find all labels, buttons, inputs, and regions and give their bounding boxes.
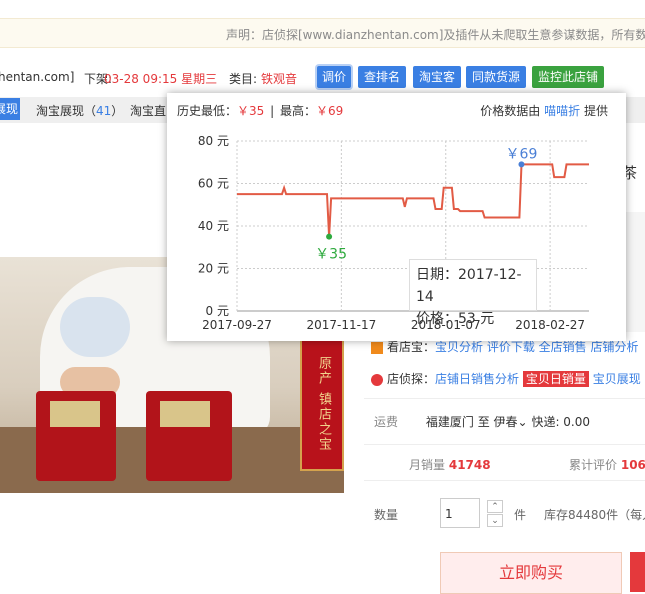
chevron-down-icon: ⌄ (517, 415, 528, 429)
seller-tool-links[interactable]: 宝贝分析 评价下载 全店销售 店铺分析 (435, 340, 638, 354)
item-exposure-link[interactable]: 宝贝展现 (593, 372, 641, 386)
shop-url[interactable]: hentan.com] (0, 70, 74, 84)
disclaimer-bar: 声明：店侦探[www.dianzhentan.com]及插件从未爬取生意参谋数据… (0, 18, 645, 48)
price-history-popup: 历史最低：￥35 | 最高：￥69 价格数据由 喵喵折 提供 0 元 20 元 40… (167, 93, 626, 341)
delist-time: 03-28 09:15 星期三 (104, 72, 218, 86)
price-chart: 0 元20 元40 元60 元80 元2017-09-27 2017-11-17 2… (198, 134, 589, 332)
chart-tooltip: 日期：2017-12-14 价格：53 元 (409, 259, 537, 327)
shop-daily-sales-link[interactable]: 店铺日销售分析 (435, 372, 519, 386)
quantity-label: 数量 (374, 508, 399, 522)
quantity-decrease[interactable]: ⌄ (487, 514, 503, 527)
destination-select[interactable]: 伊春⌄ (494, 415, 528, 429)
quantity-increase[interactable]: ⌃ (487, 500, 503, 513)
monitor-shop-button[interactable]: 监控此店铺 (532, 66, 604, 88)
tea-tin-left (36, 391, 116, 481)
tea-tin-right (146, 391, 232, 481)
add-to-cart-button[interactable] (630, 552, 645, 592)
total-reviews[interactable]: 累计评价 106 (569, 456, 645, 473)
rank-button[interactable]: 查排名 (358, 66, 406, 88)
quantity-input[interactable]: 1 (440, 498, 480, 528)
quantity-unit: 件 (514, 508, 527, 522)
y-tick-label: 60 元 (198, 177, 229, 191)
y-tick-label: 0 元 (206, 304, 229, 318)
tooltip-price: 53 元 (458, 311, 495, 327)
seller-icon (371, 341, 383, 354)
disclaimer-text: 声明：店侦探[www.dianzhentan.com]及插件从未爬取生意参谋数据… (226, 28, 645, 42)
detective-icon (371, 373, 383, 386)
detective-tools-row: 店侦探：店铺日销售分析 宝贝日销量 宝贝展现 (371, 370, 641, 387)
price-label: ￥69 (506, 146, 538, 162)
y-tick-label: 40 元 (198, 219, 229, 233)
item-daily-sales-link[interactable]: 宝贝日销量 (522, 371, 589, 387)
category-label: 类目: (229, 72, 258, 86)
buy-now-button[interactable]: 立即购买 (440, 552, 622, 594)
monthly-sales: 月销量 41748 (409, 458, 491, 472)
stock-info: 库存84480件（每人 (544, 508, 645, 522)
nav-tab-taobao-exposure[interactable]: 淘宝展现（41） (36, 102, 123, 119)
promo-banner: 原产 镇店之宝 (300, 337, 344, 471)
adjust-price-button[interactable]: 调价 (317, 66, 351, 88)
nav-tab-taobao-direct[interactable]: 淘宝直 (130, 102, 166, 119)
taobaoke-button[interactable]: 淘宝客 (413, 66, 461, 88)
nav-tab-selected[interactable]: 展现 (0, 98, 20, 120)
category-value[interactable]: 铁观音 (261, 70, 297, 87)
x-tick-label: 2017-11-17 (306, 318, 376, 332)
x-tick-label: 2017-09-27 (202, 318, 272, 332)
price-point (326, 233, 333, 240)
same-source-button[interactable]: 同款货源 (466, 66, 526, 88)
shipping-row: 运费 福建厦门 至 伊春⌄ 快递: 0.00 (374, 415, 591, 429)
y-tick-label: 80 元 (198, 134, 229, 148)
price-label: ￥35 (315, 247, 347, 263)
y-tick-label: 20 元 (198, 262, 229, 276)
